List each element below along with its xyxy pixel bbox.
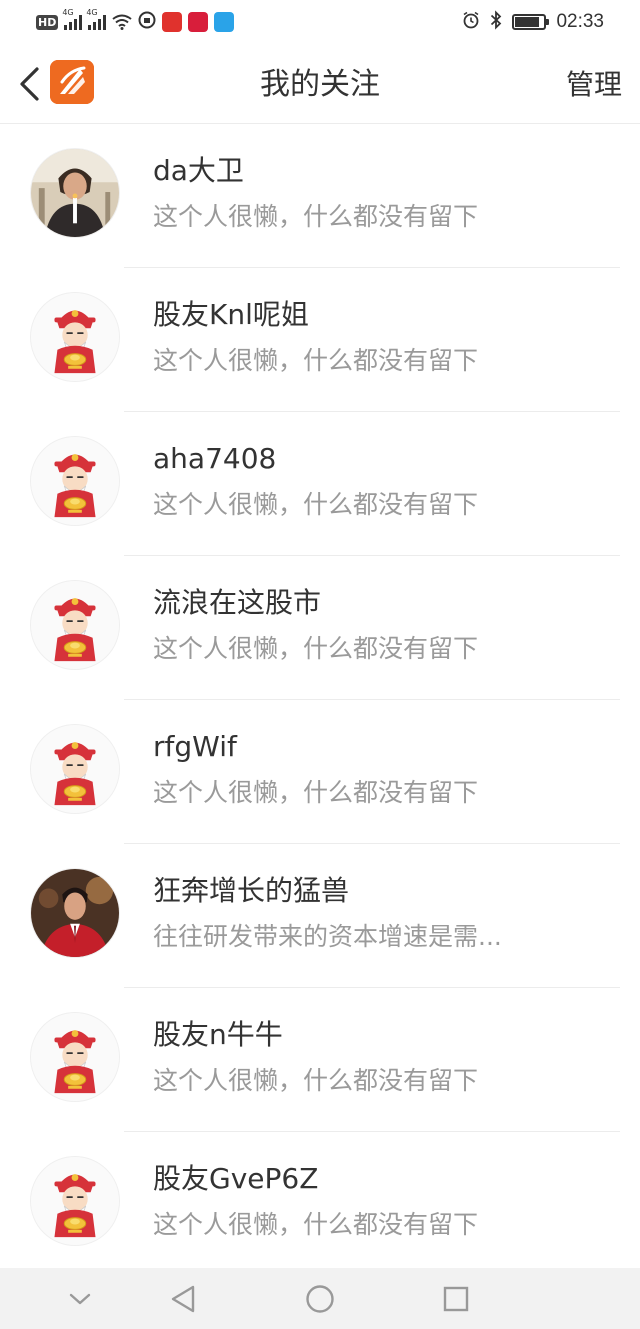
user-name[interactable]: 股友n牛牛: [153, 1016, 283, 1054]
user-bio: 这个人很懒，什么都没有留下: [153, 1066, 479, 1095]
avatar[interactable]: [30, 292, 120, 382]
vpn-icon: [138, 11, 156, 33]
user-name[interactable]: 股友GveP6Z: [153, 1160, 318, 1198]
user-name[interactable]: 股友Knl呢姐: [153, 296, 309, 334]
list-item[interactable]: da大卫这个人很懒，什么都没有留下: [0, 124, 640, 268]
status-icons-left: HD 4G 4G: [36, 8, 235, 34]
avatar[interactable]: [30, 1012, 120, 1102]
back-triangle-icon[interactable]: [166, 1282, 200, 1316]
user-bio: 这个人很懒，什么都没有留下: [153, 490, 479, 519]
status-time: 02:33: [556, 11, 604, 32]
signal-4g-icon: 4G: [62, 8, 83, 30]
avatar[interactable]: [30, 148, 120, 238]
avatar[interactable]: [30, 868, 120, 958]
user-bio: 这个人很懒，什么都没有留下: [153, 778, 479, 807]
app-notification-icon: [214, 12, 235, 32]
user-name[interactable]: da大卫: [153, 152, 244, 190]
list-item[interactable]: 流浪在这股市这个人很懒，什么都没有留下: [0, 556, 640, 700]
app-notification-icon: [162, 12, 183, 32]
recents-square-icon[interactable]: [439, 1282, 473, 1316]
user-bio: 这个人很懒，什么都没有留下: [153, 1210, 479, 1239]
status-bar: HD 4G 4G 02:33: [0, 0, 640, 44]
battery-icon: [512, 14, 550, 30]
list-item[interactable]: aha7408 这个人很懒，什么都没有留下: [0, 412, 640, 556]
chevron-down-icon[interactable]: [63, 1282, 97, 1316]
user-bio: 往往研发带来的资本增速是需...: [153, 922, 502, 951]
user-name[interactable]: aha7408: [153, 440, 276, 478]
avatar[interactable]: [30, 436, 120, 526]
alarm-icon: [462, 11, 480, 33]
user-bio: 这个人很懒，什么都没有留下: [153, 202, 479, 231]
following-list: da大卫 这个人很懒，什么都没有留下 股友Knl呢姐 这个人很懒，什么都没有留下 aha…: [0, 124, 640, 1276]
status-icons-right: 02:33: [462, 10, 604, 34]
signal-4g-icon: 4G: [86, 8, 107, 30]
list-item[interactable]: 狂奔增长的猛兽往往研发带来的资本增速是需...: [0, 844, 640, 988]
home-circle-icon[interactable]: [303, 1282, 337, 1316]
navigation-bar: [0, 1268, 640, 1329]
wifi-icon: [112, 14, 132, 30]
app-notification-icon: [188, 12, 209, 32]
manage-button[interactable]: 管理: [566, 66, 622, 104]
avatar[interactable]: [30, 724, 120, 814]
user-name[interactable]: 狂奔增长的猛兽: [153, 872, 349, 910]
user-bio: 这个人很懒，什么都没有留下: [153, 346, 479, 375]
list-item[interactable]: 股友n牛牛这个人很懒，什么都没有留下: [0, 988, 640, 1132]
page-title: 我的关注: [260, 67, 380, 102]
user-name[interactable]: rfgWif: [153, 728, 237, 766]
user-bio: 这个人很懒，什么都没有留下: [153, 634, 479, 663]
app-header: 我的关注 管理: [0, 44, 640, 124]
list-item[interactable]: rfgWif 这个人很懒，什么都没有留下: [0, 700, 640, 844]
hd-icon: HD: [36, 14, 59, 30]
avatar[interactable]: [30, 1156, 120, 1246]
avatar[interactable]: [30, 580, 120, 670]
list-item[interactable]: 股友Knl呢姐这个人很懒，什么都没有留下: [0, 268, 640, 412]
user-name[interactable]: 流浪在这股市: [153, 584, 321, 622]
bluetooth-icon: [490, 10, 502, 34]
list-item[interactable]: 股友GveP6Z 这个人很懒，什么都没有留下: [0, 1132, 640, 1276]
